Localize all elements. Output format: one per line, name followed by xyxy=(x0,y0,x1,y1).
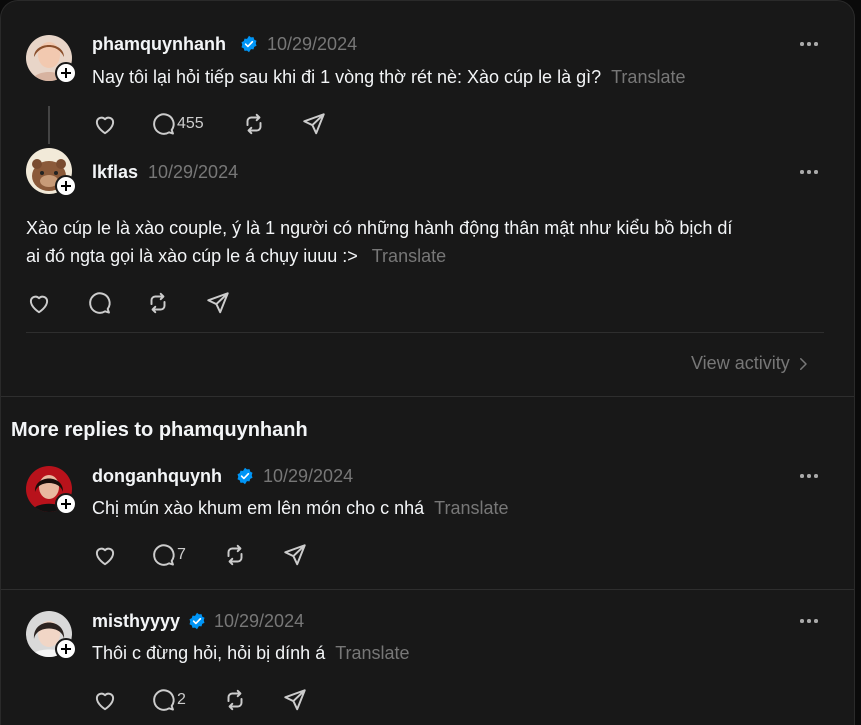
translate-link[interactable]: Translate xyxy=(372,246,446,266)
post-body: Nay tôi lại hỏi tiếp sau khi đi 1 vòng t… xyxy=(92,67,602,87)
translate-link[interactable]: Translate xyxy=(335,643,409,663)
verified-badge-icon xyxy=(189,612,205,630)
translate-link[interactable]: Translate xyxy=(434,498,508,518)
comment-button[interactable]: 2 xyxy=(150,687,186,713)
chevron-right-icon xyxy=(799,357,807,370)
comment-icon xyxy=(153,113,175,135)
scrollbar-track[interactable] xyxy=(855,0,861,724)
more-options-icon[interactable] xyxy=(800,169,820,175)
post-date: 10/29/2024 xyxy=(267,34,358,54)
like-button[interactable] xyxy=(92,111,118,137)
repost-icon xyxy=(246,113,262,135)
username[interactable]: phamquynhanh xyxy=(92,34,226,55)
heart-icon xyxy=(29,295,49,314)
repost-icon xyxy=(227,544,243,566)
more-options-icon[interactable] xyxy=(800,41,820,47)
translate-link[interactable]: Translate xyxy=(611,67,685,87)
like-button[interactable] xyxy=(26,290,52,316)
post-body: Thôi c đừng hỏi, hỏi bị dính á xyxy=(92,643,326,663)
repost-button[interactable] xyxy=(222,542,248,568)
reply-count: 7 xyxy=(177,546,186,563)
like-button[interactable] xyxy=(92,687,118,713)
post-text: Thôi c đừng hỏi, hỏi bị dính á Translate xyxy=(92,639,410,667)
post-date: 10/29/2024 xyxy=(214,611,305,631)
follow-plus-icon[interactable] xyxy=(55,493,77,515)
post-body: ai đó ngta gọi là xào cúp le á chụy iuuu… xyxy=(26,246,358,266)
share-button[interactable] xyxy=(282,687,308,713)
follow-plus-icon[interactable] xyxy=(55,175,77,197)
repost-button[interactable] xyxy=(241,111,267,137)
divider xyxy=(26,332,824,333)
post-text-line: ai đó ngta gọi là xào cúp le á chụy iuuu… xyxy=(26,242,446,270)
comment-button[interactable]: 7 xyxy=(150,542,186,568)
repost-button[interactable] xyxy=(145,290,171,316)
comment-button[interactable]: 455 xyxy=(150,111,204,137)
thread-connector-line xyxy=(48,106,50,144)
divider xyxy=(1,589,854,590)
view-activity-link[interactable]: View activity xyxy=(691,353,812,374)
like-button[interactable] xyxy=(92,542,118,568)
post-body: Chị mún xào khum em lên món cho c nhá xyxy=(92,498,425,518)
view-activity-label: View activity xyxy=(691,353,790,373)
comment-button[interactable] xyxy=(86,290,112,316)
share-button[interactable] xyxy=(301,111,327,137)
follow-plus-icon[interactable] xyxy=(55,638,77,660)
post-date: 10/29/2024 xyxy=(148,162,239,182)
post-text: Chị mún xào khum em lên món cho c nhá Tra… xyxy=(92,494,509,522)
post-date: 10/29/2024 xyxy=(263,466,354,486)
more-replies-heading: More replies to phamquynhanh xyxy=(11,419,308,441)
send-icon xyxy=(284,689,306,711)
username[interactable]: lkflas xyxy=(92,162,138,183)
reply-count: 455 xyxy=(177,115,204,132)
comment-icon xyxy=(153,689,175,711)
heart-icon xyxy=(95,116,115,135)
post-text-line: Xào cúp le là xào couple, ý là 1 người c… xyxy=(26,218,733,238)
verified-badge-icon xyxy=(237,467,253,485)
send-icon xyxy=(207,292,229,314)
heart-icon xyxy=(95,547,115,566)
thread-card: phamquynhanh 10/29/2024 Nay tôi lại hỏi … xyxy=(0,0,855,725)
repost-icon xyxy=(150,292,166,314)
heart-icon xyxy=(95,692,115,711)
more-options-icon[interactable] xyxy=(800,618,820,624)
comment-icon xyxy=(89,292,111,314)
section-divider xyxy=(1,396,854,397)
send-icon xyxy=(284,544,306,566)
username[interactable]: donganhquynh xyxy=(92,466,222,487)
repost-button[interactable] xyxy=(222,687,248,713)
share-button[interactable] xyxy=(205,290,231,316)
verified-badge-icon xyxy=(241,35,257,53)
more-options-icon[interactable] xyxy=(800,473,820,479)
post-text: Nay tôi lại hỏi tiếp sau khi đi 1 vòng t… xyxy=(92,63,685,91)
reply-count: 2 xyxy=(177,691,186,708)
username[interactable]: misthyyyy xyxy=(92,611,180,632)
send-icon xyxy=(303,113,325,135)
comment-icon xyxy=(153,544,175,566)
repost-icon xyxy=(227,689,243,711)
share-button[interactable] xyxy=(282,542,308,568)
follow-plus-icon[interactable] xyxy=(55,62,77,84)
